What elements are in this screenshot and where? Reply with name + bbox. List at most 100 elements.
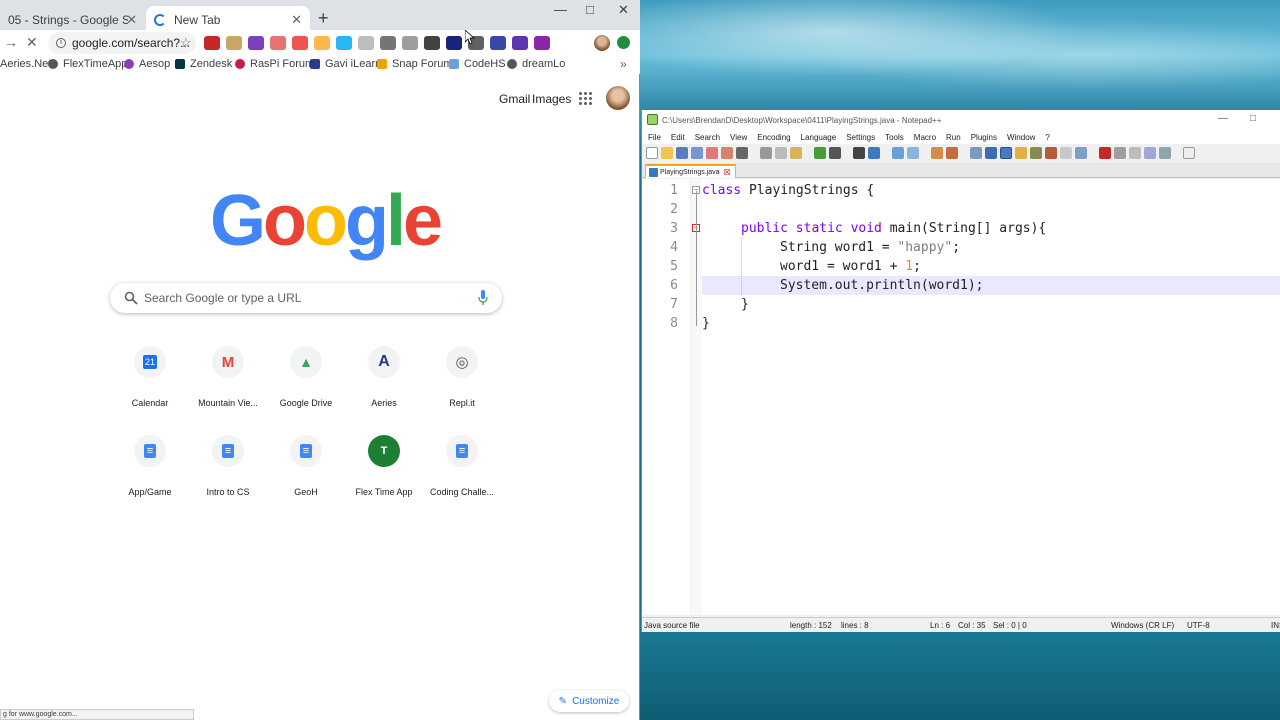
shortcut-mountain-view[interactable]: M Mountain Vie... — [189, 346, 267, 408]
extension-icon[interactable] — [226, 36, 242, 50]
close-file-icon[interactable] — [706, 146, 718, 159]
folder-workspace-icon[interactable] — [1060, 146, 1072, 159]
print-icon[interactable] — [736, 146, 748, 159]
menu-encoding[interactable]: Encoding — [757, 133, 790, 142]
menu-tools[interactable]: Tools — [885, 133, 904, 142]
extension-icon[interactable] — [270, 36, 286, 50]
extension-icon[interactable] — [402, 36, 418, 50]
extension-icon[interactable] — [292, 36, 308, 50]
shortcut-geoh[interactable]: ≡ GeoH — [267, 435, 345, 497]
code-line[interactable]: 5 word1 = word1 + 1; — [642, 257, 1280, 276]
npp-file-tab[interactable]: PlayingStrings.java ☒ — [645, 164, 736, 178]
extension-icon[interactable] — [512, 36, 528, 50]
find-icon[interactable] — [853, 146, 865, 159]
minimize-button[interactable]: — — [1218, 113, 1228, 124]
menu-language[interactable]: Language — [801, 133, 837, 142]
word-wrap-icon[interactable] — [970, 146, 982, 159]
code-line[interactable]: 7 } — [642, 295, 1280, 314]
code-line[interactable]: 2 — [642, 200, 1280, 219]
customize-button[interactable]: ✎ Customize — [549, 690, 629, 712]
menu-settings[interactable]: Settings — [846, 133, 875, 142]
bookmark-item[interactable]: Aeries.Net — [0, 58, 51, 70]
monitoring-icon[interactable] — [1075, 146, 1087, 159]
account-avatar[interactable] — [606, 86, 630, 110]
shortcut-coding-challenge[interactable]: ≡ Coding Challe... — [423, 435, 501, 497]
zoom-out-icon[interactable] — [907, 146, 919, 159]
maximize-button[interactable]: □ — [1250, 113, 1256, 124]
extension-icon[interactable] — [534, 36, 550, 50]
sync-vertical-icon[interactable] — [931, 146, 943, 159]
run-macro-multiple-icon[interactable] — [1144, 146, 1156, 159]
address-bar[interactable]: i google.com/search?... — [48, 32, 196, 54]
save-macro-icon[interactable] — [1159, 146, 1171, 159]
menu-run[interactable]: Run — [946, 133, 961, 142]
new-file-icon[interactable] — [646, 146, 658, 159]
menu-help[interactable]: ? — [1045, 133, 1049, 142]
undo-icon[interactable] — [814, 146, 826, 159]
function-list-icon[interactable] — [1045, 146, 1057, 159]
close-window-button[interactable]: ✕ — [618, 2, 629, 18]
bookmark-item[interactable]: Snap Forum — [377, 58, 453, 70]
bookmark-item[interactable]: CodeHS — [449, 58, 506, 70]
site-info-icon[interactable]: i — [56, 38, 66, 48]
gmail-link[interactable]: Gmail — [499, 92, 530, 106]
save-icon[interactable] — [676, 146, 688, 159]
google-apps-grid-icon[interactable] — [578, 91, 592, 105]
extension-icon[interactable] — [446, 36, 462, 50]
bookmark-star-icon[interactable]: ☆ — [180, 35, 192, 51]
bookmark-item[interactable]: Gavi iLearn — [310, 58, 381, 70]
sync-horizontal-icon[interactable] — [946, 146, 958, 159]
close-tab-icon[interactable]: ✕ — [126, 12, 137, 28]
extension-icon[interactable] — [336, 36, 352, 50]
bookmark-item[interactable]: Aesop — [124, 58, 170, 70]
stop-macro-icon[interactable] — [1114, 146, 1126, 159]
shortcut-replit[interactable]: ◎ Repl.it — [423, 346, 501, 408]
images-link[interactable]: Images — [532, 92, 571, 106]
close-tab-icon[interactable]: ☒ — [724, 168, 731, 177]
shortcut-flex-time-app[interactable]: T Flex Time App — [345, 435, 423, 497]
extension-icon[interactable] — [380, 36, 396, 50]
code-line-current[interactable]: 6 System.out.println(word1); — [670, 276, 1280, 295]
save-all-icon[interactable] — [691, 146, 703, 159]
forward-arrow-icon[interactable]: → — [4, 34, 18, 50]
menu-search[interactable]: Search — [695, 133, 720, 142]
user-lang-icon[interactable] — [1015, 146, 1027, 159]
code-editor[interactable]: 1 − class PlayingStrings { 2 3 − public … — [642, 179, 1280, 615]
maximize-button[interactable]: □ — [586, 2, 594, 17]
extension-icon[interactable] — [490, 36, 506, 50]
extension-icon[interactable] — [248, 36, 264, 50]
extension-icon[interactable] — [358, 36, 374, 50]
ntp-search-box[interactable] — [110, 283, 502, 313]
indent-guide-icon[interactable] — [1000, 146, 1012, 159]
menu-edit[interactable]: Edit — [671, 133, 685, 142]
record-macro-icon[interactable] — [1099, 146, 1111, 159]
close-all-icon[interactable] — [721, 146, 733, 159]
code-line[interactable]: 3 − public static void main(String[] arg… — [642, 219, 1280, 238]
replace-icon[interactable] — [868, 146, 880, 159]
bookmark-item[interactable]: RasPi Forum — [235, 58, 314, 70]
extension-icon[interactable] — [424, 36, 440, 50]
code-line[interactable]: 1 − class PlayingStrings { — [642, 181, 1280, 200]
more-bookmarks-chevron-icon[interactable]: » — [620, 57, 627, 71]
menu-plugins[interactable]: Plugins — [971, 133, 997, 142]
spell-check-icon[interactable] — [1183, 146, 1195, 159]
shortcut-intro-to-cs[interactable]: ≡ Intro to CS — [189, 435, 267, 497]
shortcut-aeries[interactable]: A Aeries — [345, 346, 423, 408]
extension-icon[interactable] — [314, 36, 330, 50]
bookmark-item[interactable]: FlexTimeApp — [48, 58, 127, 70]
show-all-chars-icon[interactable] — [985, 146, 997, 159]
paste-icon[interactable] — [790, 146, 802, 159]
search-input[interactable] — [144, 291, 464, 305]
zoom-in-icon[interactable] — [892, 146, 904, 159]
menu-file[interactable]: File — [648, 133, 661, 142]
code-line[interactable]: 8 } — [642, 314, 1280, 333]
status-extension-icon[interactable] — [617, 36, 630, 49]
copy-icon[interactable] — [775, 146, 787, 159]
menu-macro[interactable]: Macro — [914, 133, 936, 142]
profile-avatar[interactable] — [594, 35, 610, 51]
microphone-icon[interactable] — [478, 290, 488, 306]
bookmark-item[interactable]: Zendesk — [175, 58, 232, 70]
play-macro-icon[interactable] — [1129, 146, 1141, 159]
bookmark-item[interactable]: dreamLo — [507, 58, 565, 70]
new-tab-button[interactable]: + — [318, 8, 329, 29]
